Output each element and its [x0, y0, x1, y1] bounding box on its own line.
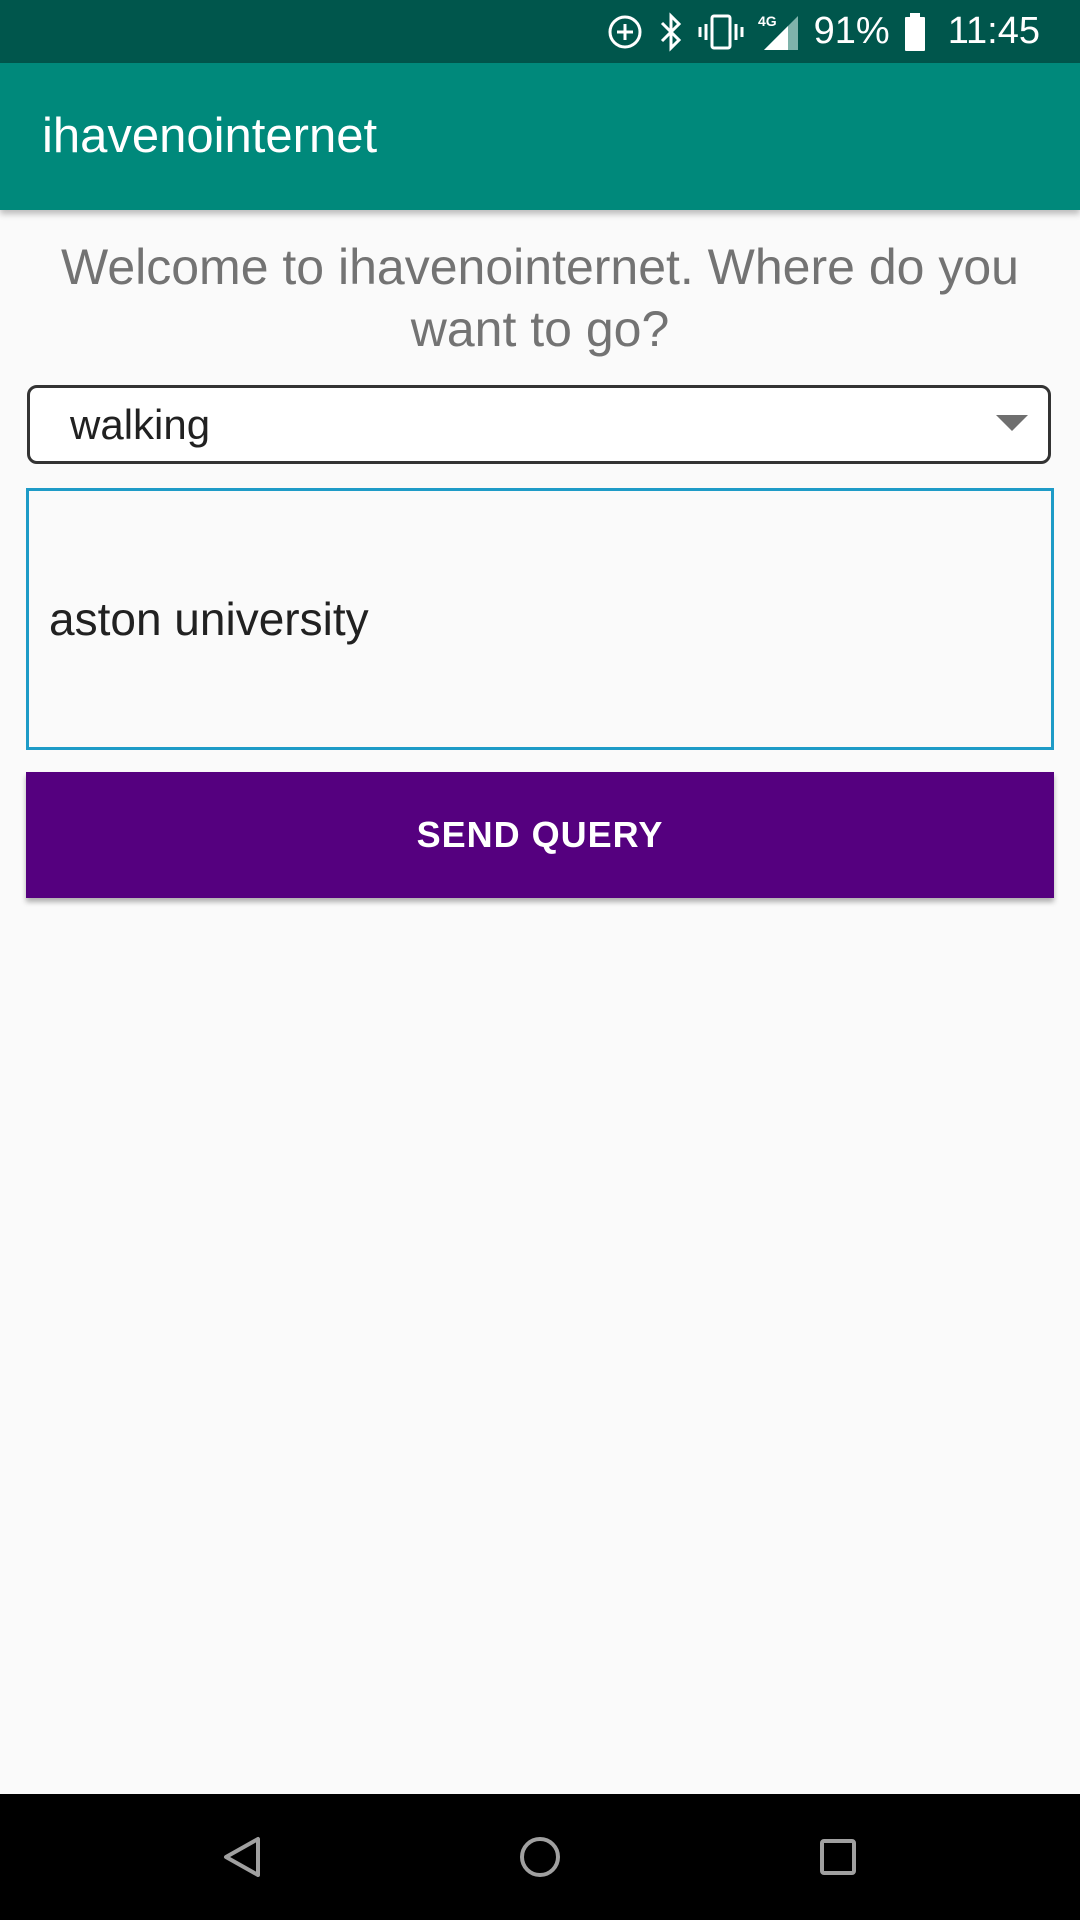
back-button[interactable]: [182, 1794, 302, 1920]
bluetooth-icon: [658, 11, 684, 52]
status-icons: 4G 91% 11:45: [606, 0, 1040, 63]
vibrate-icon: [698, 13, 744, 51]
destination-value: aston university: [49, 593, 369, 645]
app-bar: ihavenointernet: [0, 63, 1080, 210]
travel-mode-value: walking: [70, 401, 211, 448]
back-icon: [224, 1837, 260, 1877]
data-saver-icon: [606, 13, 644, 51]
dropdown-arrow-icon: [996, 415, 1028, 431]
screen: 4G 91% 11:45 ihavenointernet Welcome to …: [0, 0, 1080, 1920]
battery-percent: 91%: [813, 10, 890, 52]
navigation-bar: [0, 1794, 1080, 1920]
signal-icon: 4G: [758, 12, 800, 52]
travel-mode-dropdown[interactable]: walking: [27, 385, 1051, 464]
status-bar: 4G 91% 11:45: [0, 0, 1080, 63]
home-button[interactable]: [480, 1794, 600, 1920]
recents-icon: [820, 1839, 856, 1875]
destination-input[interactable]: aston university: [26, 488, 1054, 750]
welcome-text: Welcome to ihavenointernet. Where do you…: [61, 239, 1019, 357]
status-time: 11:45: [947, 10, 1040, 52]
svg-text:4G: 4G: [758, 13, 777, 29]
battery-icon: [904, 12, 926, 52]
send-query-button[interactable]: SEND QUERY: [26, 772, 1054, 898]
app-title: ihavenointernet: [42, 109, 378, 163]
recents-button[interactable]: [778, 1794, 898, 1920]
home-icon: [520, 1837, 560, 1877]
